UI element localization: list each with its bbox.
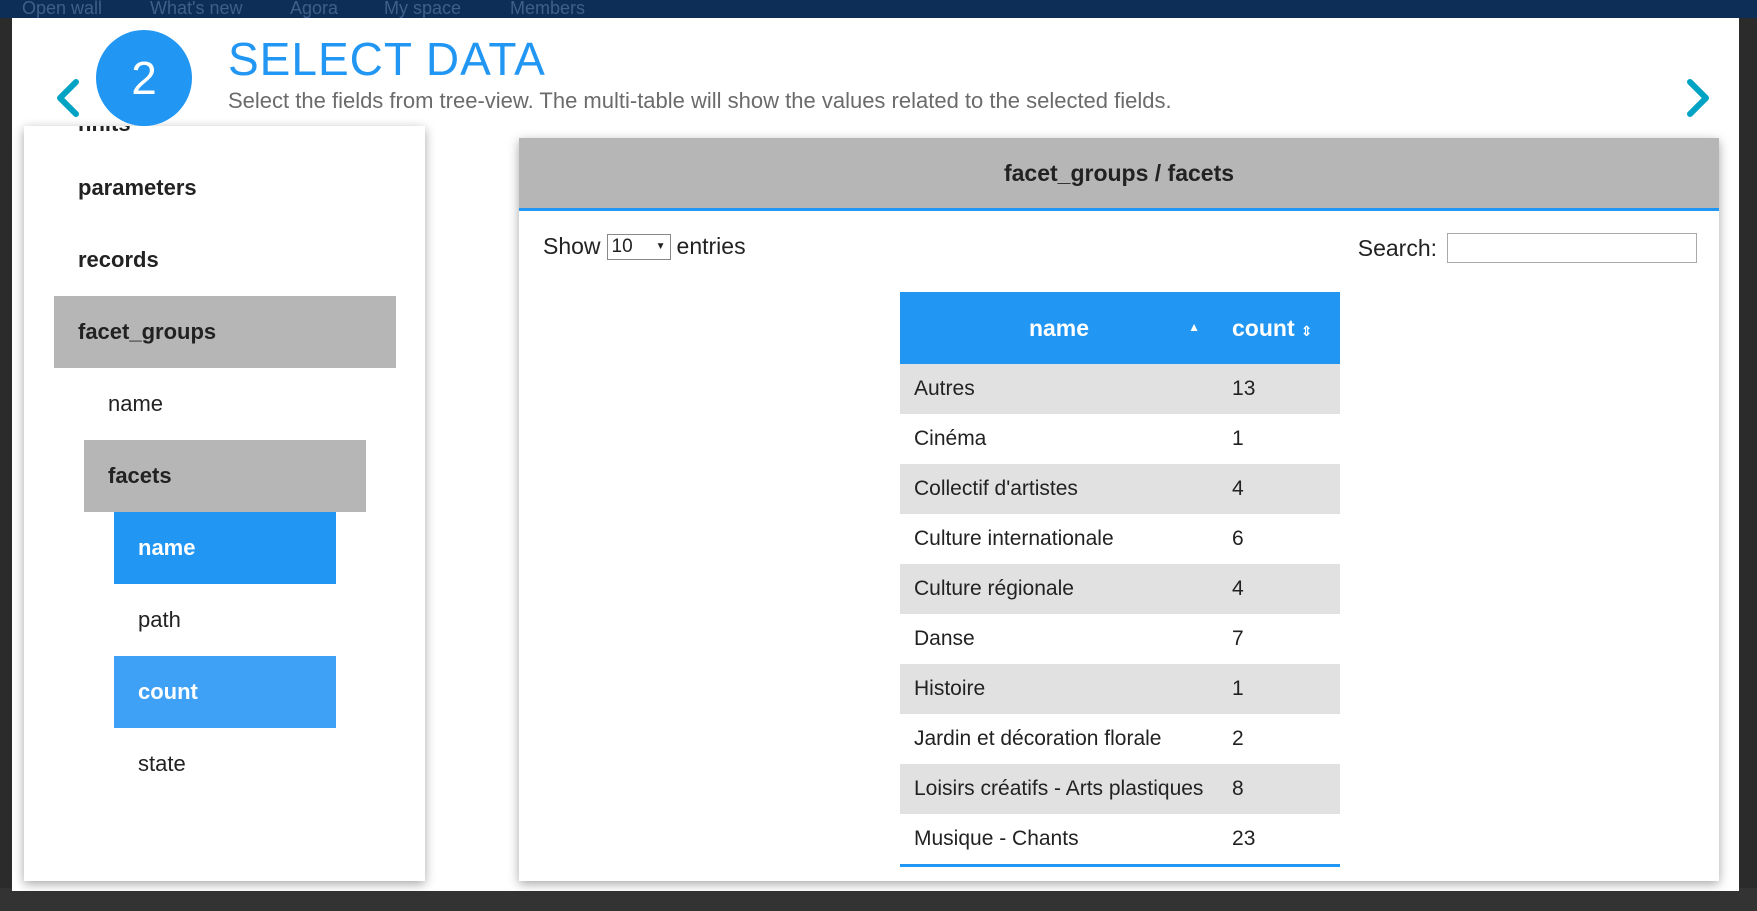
cell-count: 1 (1218, 664, 1340, 714)
table-row: Jardin et décoration florale 2 (900, 714, 1340, 764)
cell-name: Loisirs créatifs - Arts plastiques (900, 764, 1219, 814)
bg-nav-item: Agora (290, 0, 339, 18)
cell-count: 6 (1218, 514, 1340, 564)
cell-name: Culture internationale (900, 514, 1219, 564)
multi-table-panel: facet_groups / facets Show 10 ▼ entries … (519, 138, 1719, 881)
entries-control: Show 10 ▼ entries (543, 233, 746, 260)
tree-item-records[interactable]: records (78, 224, 378, 296)
search-label: Search: (1357, 234, 1437, 261)
step-number-badge: 2 (96, 30, 192, 126)
cell-count: 8 (1218, 764, 1340, 814)
table-row: Culture régionale 4 (900, 564, 1340, 614)
background-topbar: Open wall What's new Agora My space Memb… (0, 0, 1757, 18)
table-row: Cinéma 1 (900, 414, 1340, 464)
sort-both-icon: ⇕ (1300, 322, 1313, 339)
bg-nav-item: My space (384, 0, 462, 18)
page-title: SELECT DATA (228, 33, 546, 85)
cell-name: Culture régionale (900, 564, 1219, 614)
search-input[interactable] (1447, 233, 1697, 263)
table-bottom-border (900, 864, 1340, 867)
tree-item-facets-count[interactable]: count (114, 656, 336, 728)
column-header-name[interactable]: name ▲ (900, 292, 1219, 364)
search-control: Search: (1358, 233, 1697, 263)
tree-item-facets-state[interactable]: state (138, 728, 338, 800)
cell-name: Danse (900, 614, 1219, 664)
table-panel-title: facet_groups / facets (519, 138, 1719, 211)
entries-label: entries (676, 233, 746, 259)
chevron-right-icon (1687, 79, 1709, 117)
cell-name: Musique - Chants (900, 814, 1219, 864)
cell-name: Histoire (900, 664, 1219, 714)
entries-select-value: 10 (611, 235, 633, 257)
cell-name: Collectif d'artistes (900, 464, 1219, 514)
table-header-row: name ▲ count ⇕ (900, 292, 1340, 364)
table-row: Musique - Chants 23 (900, 814, 1340, 864)
show-label: Show (543, 233, 601, 259)
bg-nav-item: Open wall (22, 0, 103, 18)
select-data-modal: 2 SELECT DATA Select the fields from tre… (12, 18, 1739, 891)
table-row: Autres 13 (900, 364, 1340, 414)
tree-item-facets[interactable]: facets (84, 440, 366, 512)
cell-count: 1 (1218, 414, 1340, 464)
table-row: Histoire 1 (900, 664, 1340, 714)
cell-count: 13 (1218, 364, 1340, 414)
column-header-name-label: name (1028, 314, 1090, 341)
table-row: Culture internationale 6 (900, 514, 1340, 564)
next-step-button[interactable] (1672, 58, 1722, 138)
tree-item-facet-groups[interactable]: facet_groups (54, 296, 396, 368)
cell-count: 4 (1218, 564, 1340, 614)
cell-name: Jardin et décoration florale (900, 714, 1219, 764)
page-subtitle: Select the fields from tree-view. The mu… (228, 88, 1172, 113)
cell-name: Autres (900, 364, 1219, 414)
background-footer (0, 888, 1757, 911)
tree-item-parameters[interactable]: parameters (78, 152, 378, 224)
bg-nav-item: What's new (150, 0, 243, 18)
tree-item-facet-groups-name[interactable]: name (108, 368, 368, 440)
column-header-count-label: count (1232, 314, 1295, 341)
table-row: Loisirs créatifs - Arts plastiques 8 (900, 764, 1340, 814)
facets-table: name ▲ count ⇕ Autres 13 Cinéma 1 Collectif… (900, 292, 1340, 864)
sort-ascending-icon: ▲ (1188, 320, 1201, 334)
cell-count: 7 (1218, 614, 1340, 664)
tree-item-facets-path[interactable]: path (138, 584, 338, 656)
tree-item-facets-name[interactable]: name (114, 512, 336, 584)
table-row: Danse 7 (900, 614, 1340, 664)
cell-name: Cinéma (900, 414, 1219, 464)
entries-select[interactable]: 10 ▼ (606, 233, 671, 260)
cell-count: 23 (1218, 814, 1340, 864)
bg-nav-item: Members (510, 0, 586, 18)
table-row: Collectif d'artistes 4 (900, 464, 1340, 514)
cell-count: 4 (1218, 464, 1340, 514)
cell-count: 2 (1218, 714, 1340, 764)
dropdown-arrow-icon: ▼ (655, 241, 666, 252)
tree-view-panel[interactable]: nhits parameters records facet_groups na… (24, 126, 425, 881)
column-header-count[interactable]: count ⇕ (1218, 292, 1340, 364)
